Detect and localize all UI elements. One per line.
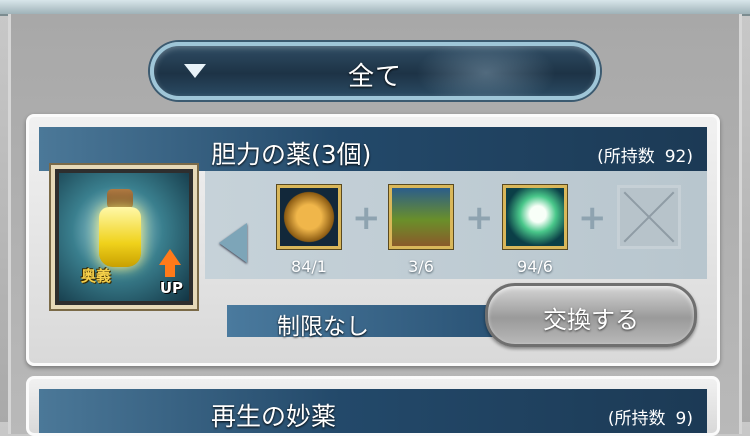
up-arrow-icon xyxy=(159,249,181,265)
material-count: 3/6 xyxy=(408,257,434,276)
potion-bottle-icon xyxy=(99,207,141,267)
plus-icon: + xyxy=(465,198,494,238)
bottle-cork-icon xyxy=(107,189,133,209)
owned-count: (所持数 92) xyxy=(597,142,693,167)
item-title: 胆力の薬(3個) xyxy=(211,140,372,169)
ougi-badge: 奥義 xyxy=(81,267,112,285)
item-title: 再生の妙薬 xyxy=(211,402,337,431)
scroll-left-arrow-icon[interactable] xyxy=(219,223,247,263)
material-count: 84/1 xyxy=(291,257,327,276)
plus-icon: + xyxy=(352,198,381,238)
exchange-button-label: 交換する xyxy=(543,306,639,334)
owned-count: (所持数 9) xyxy=(608,404,693,429)
exchange-item-card: 再生の妙薬 (所持数 9) xyxy=(26,376,720,436)
owned-label: (所持数 xyxy=(597,147,655,167)
item-thumbnail[interactable]: 奥義 UP xyxy=(51,165,197,309)
filter-dropdown[interactable]: 全て xyxy=(150,42,600,100)
empty-slot-icon xyxy=(617,185,681,249)
thumbnail-background: 奥義 UP xyxy=(59,173,189,301)
exchange-button[interactable]: 交換する xyxy=(485,283,697,347)
up-arrow-stem xyxy=(165,265,175,277)
owned-number: 9) xyxy=(675,409,693,429)
exchange-item-card: 胆力の薬(3個) (所持数 92) 奥義 UP + + + 84/1 3/6 94… xyxy=(26,114,720,366)
gold-coin-material-icon[interactable] xyxy=(277,185,341,249)
treasure-box-material-icon[interactable] xyxy=(389,185,453,249)
owned-number: 92) xyxy=(664,147,693,167)
plus-icon: + xyxy=(578,198,607,238)
material-count: 94/6 xyxy=(517,257,553,276)
feather-material-icon[interactable] xyxy=(503,185,567,249)
item-header: 再生の妙薬 (所持数 9) xyxy=(39,389,707,433)
limit-label: 制限なし xyxy=(277,314,369,340)
owned-label: (所持数 xyxy=(607,409,666,429)
filter-label: 全て xyxy=(347,62,402,92)
up-label: UP xyxy=(159,279,183,297)
